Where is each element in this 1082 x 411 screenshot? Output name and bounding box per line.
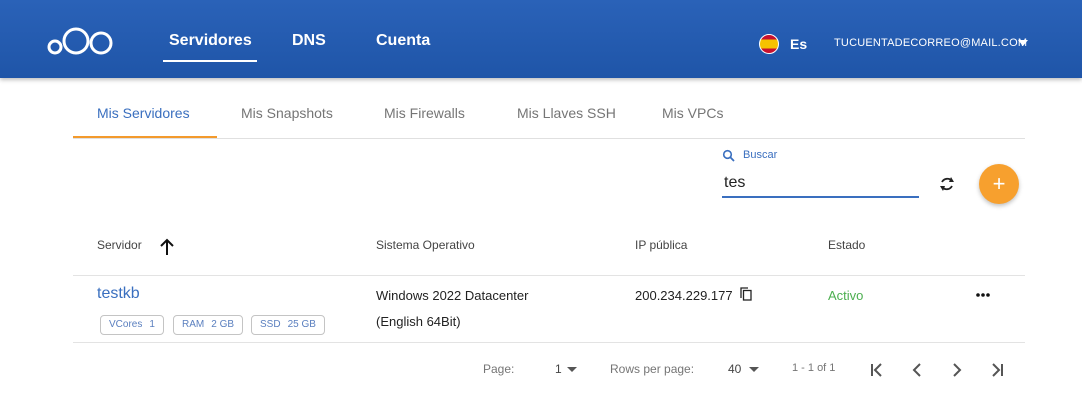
os-variant: (English 64Bit) bbox=[376, 314, 461, 329]
ram-chip: RAM 2 GB bbox=[173, 315, 244, 335]
column-header-sistema-operativo[interactable]: Sistema Operativo bbox=[376, 238, 475, 252]
chip-value: 25 GB bbox=[287, 319, 316, 330]
page-select[interactable]: 1 bbox=[555, 362, 562, 376]
chip-value: 2 GB bbox=[211, 319, 235, 330]
spain-flag-icon[interactable] bbox=[759, 34, 779, 54]
column-header-estado[interactable]: Estado bbox=[828, 238, 865, 252]
table-divider bbox=[73, 342, 1025, 343]
chip-value: 1 bbox=[149, 319, 155, 330]
column-header-ip-publica[interactable]: IP pública bbox=[635, 238, 687, 252]
rows-per-page-caret-icon[interactable] bbox=[749, 367, 759, 372]
column-header-servidor[interactable]: Servidor bbox=[97, 238, 142, 252]
top-navbar: Servidores DNS Cuenta Es TUCUENTADECORRE… bbox=[0, 0, 1082, 78]
logo-icon[interactable] bbox=[46, 26, 116, 60]
chip-label: VCores bbox=[109, 319, 143, 330]
nav-active-indicator bbox=[163, 60, 257, 62]
nav-servidores[interactable]: Servidores bbox=[169, 32, 252, 50]
search-label: Buscar bbox=[743, 149, 778, 161]
vcores-chip: VCores 1 bbox=[100, 315, 164, 335]
os-name: Windows 2022 Datacenter bbox=[376, 288, 529, 303]
search-input[interactable] bbox=[722, 170, 919, 198]
more-options-icon[interactable] bbox=[973, 286, 993, 304]
rows-per-page-label: Rows per page: bbox=[610, 362, 695, 376]
tab-mis-vpcs[interactable]: Mis VPCs bbox=[662, 105, 723, 121]
section-tabs: Mis Servidores Mis Snapshots Mis Firewal… bbox=[73, 88, 1025, 139]
tab-mis-snapshots[interactable]: Mis Snapshots bbox=[241, 105, 333, 121]
sort-arrow-up-icon[interactable] bbox=[158, 237, 176, 257]
nav-dns[interactable]: DNS bbox=[292, 32, 326, 50]
user-email-menu[interactable]: TUCUENTADECORREO@MAIL.COM bbox=[834, 37, 1027, 49]
ssd-chip: SSD 25 GB bbox=[251, 315, 325, 335]
server-name-link[interactable]: testkb bbox=[97, 285, 140, 303]
status-badge: Activo bbox=[828, 288, 864, 303]
chevron-down-icon[interactable] bbox=[1018, 40, 1028, 46]
last-page-icon[interactable] bbox=[988, 361, 1006, 379]
rows-per-page-select[interactable]: 40 bbox=[728, 362, 741, 376]
pagination-range: 1 - 1 of 1 bbox=[792, 362, 836, 374]
next-page-icon[interactable] bbox=[948, 361, 966, 379]
chip-label: SSD bbox=[260, 319, 281, 330]
public-ip: 200.234.229.177 bbox=[635, 288, 733, 303]
first-page-icon[interactable] bbox=[868, 361, 886, 379]
nav-cuenta[interactable]: Cuenta bbox=[376, 32, 430, 50]
active-tab-indicator bbox=[73, 136, 217, 138]
tab-mis-firewalls[interactable]: Mis Firewalls bbox=[384, 105, 465, 121]
plus-icon: + bbox=[992, 171, 1006, 196]
page-select-caret-icon[interactable] bbox=[567, 367, 577, 372]
add-server-button[interactable]: + bbox=[979, 164, 1019, 204]
language-selector[interactable]: Es bbox=[790, 36, 807, 52]
tab-mis-servidores[interactable]: Mis Servidores bbox=[97, 105, 190, 121]
copy-icon[interactable] bbox=[740, 287, 752, 301]
refresh-icon[interactable] bbox=[936, 173, 958, 195]
chip-label: RAM bbox=[182, 319, 205, 330]
previous-page-icon[interactable] bbox=[908, 361, 926, 379]
search-icon bbox=[722, 149, 735, 162]
page-label: Page: bbox=[483, 362, 515, 376]
table-divider bbox=[73, 275, 1025, 276]
tab-mis-llaves-ssh[interactable]: Mis Llaves SSH bbox=[517, 105, 616, 121]
